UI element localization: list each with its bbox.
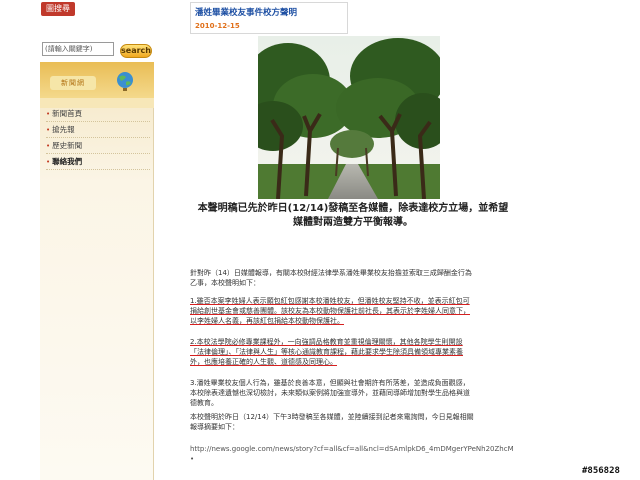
article: 潘姓畢業校友事件校方聲明 2010-12-15 本聲明稿已先於昨日(12/14)… [188, 0, 518, 480]
text-line: 3.潘姓畢業校友個人行為，雖基於良善本意，但顯與社會期許有所落差，並造成負面觀感… [190, 379, 470, 387]
article-title: 潘姓畢業校友事件校方聲明 [195, 8, 298, 18]
search-button[interactable]: search [120, 44, 152, 58]
menu-item-history[interactable]: • 歷史新聞 [46, 138, 150, 154]
text-line: 2.本校法學院必修專業課程外，一向強調品格教育並重視倫理關懷，其他各院學生則開設 [190, 338, 463, 346]
paragraph-intro: 針對昨（14）日媒體報導，有關本校財經法律學系潘姓畢業校友抬擔並索取三成歸酬金行… [190, 268, 516, 288]
text-line: 「法律倫理」、「法律與人生」等核心通識教育課程，藉此要求學生除須具備領域專業素養 [190, 348, 463, 356]
side-panel-tab: 新聞網 [50, 76, 96, 90]
bullet-icon: • [46, 125, 51, 134]
menu-item-label: 歷史新聞 [52, 141, 83, 150]
paragraph-point-3: 3.潘姓畢業校友個人行為，雖基於良善本意，但顯與社會期許有所落差，並造成負面觀感… [190, 378, 516, 408]
bullet-icon: • [46, 157, 51, 166]
paragraph-closing: 本校聲明於昨日（12/14）下午3時發稿至各媒體，並陸續接到記者來電詢問，今日見… [190, 412, 516, 432]
globe-icon [117, 72, 133, 91]
text-line: 外，也應培養正確的人生觀、道德感及同理心。 [190, 358, 337, 366]
text-line: 乙事，本校聲明如下： [190, 279, 260, 287]
text-line: 本校除表達遺憾也深切檢討，未來類似案例將加強宣導外，並藉同導師增加對學生品格與道 [190, 389, 470, 397]
sidebar: 圖搜尋 (請輸入關鍵字) search 新聞網 • 新聞首頁 • 搶先報 • 歷… [40, 0, 154, 480]
text-line: 以李姓婦人名義，再該紅包捐給本校動物保護社。 [190, 317, 344, 325]
menu-item-breaking[interactable]: • 搶先報 [46, 122, 150, 138]
site-logo[interactable]: 圖搜尋 [41, 2, 75, 16]
side-menu: • 新聞首頁 • 搶先報 • 歷史新聞 • 聯絡我們 [46, 106, 150, 170]
article-headline: 本聲明稿已先於昨日(12/14)發稿至各媒體，除表達校方立場，並希望媒體對兩造雙… [197, 203, 509, 228]
menu-item-contact[interactable]: • 聯絡我們 [46, 154, 150, 170]
menu-item-label: 搶先報 [52, 125, 75, 134]
tree-photo [258, 36, 440, 199]
menu-item-label: 新聞首頁 [52, 109, 83, 118]
search-input[interactable]: (請輸入關鍵字) [42, 42, 114, 56]
source-link[interactable]: http://news.google.com/news/story?cf=all… [190, 444, 516, 464]
menu-item-news-home[interactable]: • 新聞首頁 [46, 106, 150, 122]
text-line: 捐給創世基金會或慈善團體。該校友為本校動物保護社前社長，其表示於李姓婦人同意下， [190, 307, 470, 315]
article-title-box: 潘姓畢業校友事件校方聲明 2010-12-15 [190, 2, 348, 34]
text-line: 針對昨（14）日媒體報導，有關本校財經法律學系潘姓畢業校友抬擔並索取三成歸酬金行… [190, 269, 472, 277]
bullet-icon: • [46, 109, 51, 118]
paragraph-point-1: 1.雖否本案李姓婦人表示願包紅包感謝本校潘姓校友，但潘姓校友堅持不收，並表示紅包… [190, 296, 516, 326]
watermark-id: #856828 [582, 466, 620, 476]
paragraph-point-2: 2.本校法學院必修專業課程外，一向強調品格教育並重視倫理關懷，其他各院學生則開設… [190, 337, 516, 367]
article-date: 2010-12-15 [195, 22, 240, 30]
text-line: 1.雖否本案李姓婦人表示願包紅包感謝本校潘姓校友，但潘姓校友堅持不收，並表示紅包… [190, 297, 470, 305]
menu-item-label: 聯絡我們 [52, 157, 83, 166]
bullet-icon: • [46, 141, 51, 150]
text-line: 報導摘要如下： [190, 423, 239, 431]
side-panel-header: 新聞網 [40, 62, 154, 98]
text-line: 本校聲明於昨日（12/14）下午3時發稿至各媒體，並陸續接到記者來電詢問，今日見… [190, 413, 474, 421]
text-line: 德教育。 [190, 399, 218, 407]
